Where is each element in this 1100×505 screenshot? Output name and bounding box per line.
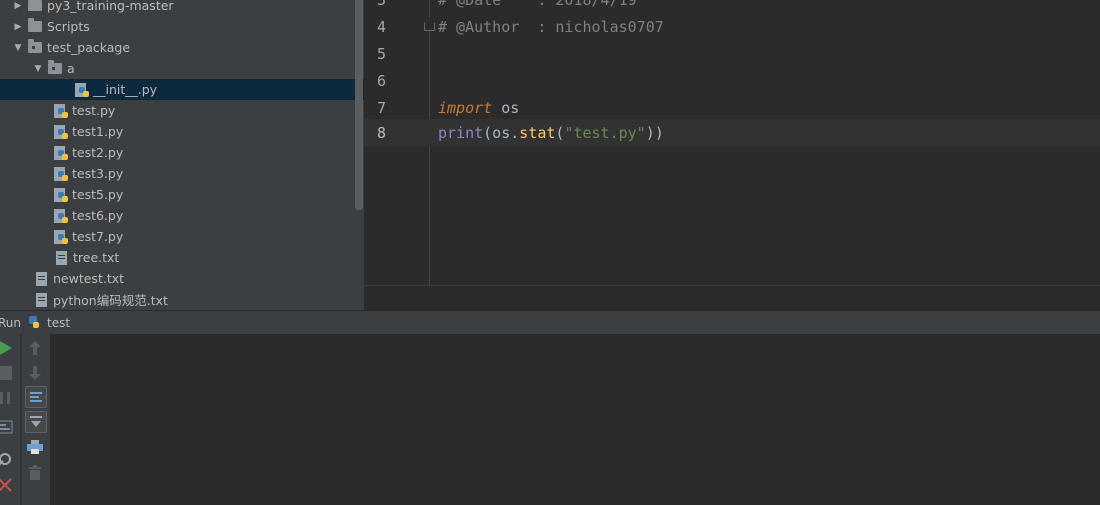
tree-scrollbar[interactable]: [355, 0, 363, 210]
editor-breadcrumb-bar: [364, 285, 1100, 311]
tree-item-label: test1.py: [72, 124, 124, 139]
python-file-icon: [54, 208, 68, 223]
tree-item-newtest-txt[interactable]: newtest.txt: [0, 268, 364, 289]
line-number: 4: [376, 17, 386, 36]
tree-item-label: test5.py: [72, 187, 124, 202]
tree-item-label: newtest.txt: [53, 271, 125, 286]
run-console-output[interactable]: [0, 334, 1100, 505]
tree-item-test-package[interactable]: ▼ test_package: [0, 37, 364, 58]
tree-item-label: test3.py: [72, 166, 124, 181]
punct-token: (os.: [483, 123, 520, 142]
tree-item-label: test.py: [72, 103, 116, 118]
line-number: 8: [376, 123, 386, 142]
tree-item-label: a: [67, 61, 75, 76]
run-label: Run: [0, 316, 22, 330]
code-line[interactable]: 6: [364, 67, 1100, 94]
tree-item-test2-py[interactable]: test2.py: [0, 142, 364, 163]
code-text: # @Author : nicholas0707: [438, 17, 664, 36]
string-token: "test.py": [564, 123, 646, 142]
builtin-token: print: [438, 123, 484, 142]
pin-tab-icon[interactable]: [0, 450, 14, 468]
text-file-icon: [56, 250, 67, 265]
tree-item-test1-py[interactable]: test1.py: [0, 121, 364, 142]
tree-item-a[interactable]: ▼ a: [0, 58, 364, 79]
text-file-icon: [36, 271, 47, 286]
folder-icon: [28, 0, 42, 11]
tree-item-label: test6.py: [72, 208, 124, 223]
run-tool-window-header[interactable]: Run test: [0, 310, 1100, 335]
python-run-config-icon: [27, 316, 41, 330]
stop-icon[interactable]: [0, 364, 14, 382]
keyword-token: import: [438, 98, 493, 117]
python-file-icon: [54, 187, 68, 202]
tree-item-init-py[interactable]: __init__.py: [0, 79, 364, 100]
code-line[interactable]: 4 # @Author : nicholas0707: [364, 13, 1100, 40]
tree-item-test5-py[interactable]: test5.py: [0, 184, 364, 205]
code-text: # @Date : 2018/4/19: [438, 0, 637, 9]
tree-item-label: test_package: [47, 40, 131, 55]
code-editor[interactable]: 3 # @Date : 2018/4/19 4 # @Author : nich…: [364, 0, 1100, 285]
line-number: 5: [376, 44, 386, 63]
tree-item-scripts[interactable]: ▶ Scripts: [0, 16, 364, 37]
python-file-icon: [54, 229, 68, 244]
expand-arrow-icon[interactable]: ▶: [12, 16, 24, 37]
arrow-down-icon[interactable]: [26, 364, 44, 382]
soft-wrap-button[interactable]: [25, 386, 47, 408]
tree-item-label: __init__.py: [93, 82, 158, 97]
tree-item-label: test7.py: [72, 229, 124, 244]
code-line[interactable]: 3 # @Date : 2018/4/19: [364, 0, 1100, 13]
python-file-icon: [54, 166, 68, 181]
project-tree: ▶ py3_training-master ▶ Scripts ▼ test_p…: [0, 0, 364, 310]
tree-item-test7-py[interactable]: test7.py: [0, 226, 364, 247]
tree-item-label: test2.py: [72, 145, 124, 160]
tree-item-label: tree.txt: [73, 250, 120, 265]
rerun-icon[interactable]: [0, 339, 14, 357]
tree-item-py3-training-master[interactable]: ▶ py3_training-master: [0, 0, 364, 16]
package-folder-icon: [48, 60, 62, 74]
code-text: import os: [438, 99, 519, 117]
restore-layout-icon[interactable]: [0, 418, 14, 436]
collapse-arrow-icon[interactable]: ▼: [12, 37, 24, 58]
arrow-up-icon[interactable]: [26, 339, 44, 357]
tree-item-python-style-txt[interactable]: python编码规范.txt: [0, 289, 364, 310]
tree-item-test6-py[interactable]: test6.py: [0, 205, 364, 226]
python-file-icon: [54, 124, 68, 139]
pause-icon[interactable]: [0, 389, 14, 407]
identifier-token: os: [492, 98, 520, 117]
code-line-current[interactable]: 8 print(os.stat("test.py")): [364, 119, 1100, 146]
close-icon[interactable]: [0, 476, 14, 494]
package-folder-icon: [28, 39, 42, 53]
text-file-icon: [36, 292, 47, 307]
python-file-icon: [54, 103, 68, 118]
tree-item-test3-py[interactable]: test3.py: [0, 163, 364, 184]
soft-wrap-icon: [30, 392, 42, 402]
python-file-icon: [54, 145, 68, 160]
line-number: 3: [364, 0, 386, 9]
tree-item-label: python编码规范.txt: [53, 293, 168, 308]
expand-arrow-icon[interactable]: ▶: [12, 0, 24, 16]
scroll-to-end-button[interactable]: [25, 411, 47, 433]
folder-icon: [28, 18, 42, 32]
line-number: 6: [376, 71, 386, 90]
scroll-to-end-icon: [30, 416, 42, 427]
run-config-tab[interactable]: test: [47, 316, 70, 330]
python-file-icon: [75, 82, 89, 97]
code-line[interactable]: 7 import os: [364, 94, 1100, 121]
code-text: print(os.stat("test.py")): [438, 124, 664, 142]
tree-item-test-py[interactable]: test.py: [0, 100, 364, 121]
print-icon[interactable]: [26, 438, 44, 456]
code-line[interactable]: 5: [364, 40, 1100, 67]
tree-item-label: py3_training-master: [47, 0, 174, 13]
tree-item-label: Scripts: [47, 19, 90, 34]
trash-icon[interactable]: [26, 463, 44, 481]
toolbar-divider: [20, 334, 22, 505]
line-number: 7: [376, 98, 386, 117]
function-token: stat: [519, 123, 556, 142]
collapse-arrow-icon[interactable]: ▼: [32, 58, 44, 79]
punct-token: )): [645, 123, 664, 142]
tree-item-tree-txt[interactable]: tree.txt: [0, 247, 364, 268]
